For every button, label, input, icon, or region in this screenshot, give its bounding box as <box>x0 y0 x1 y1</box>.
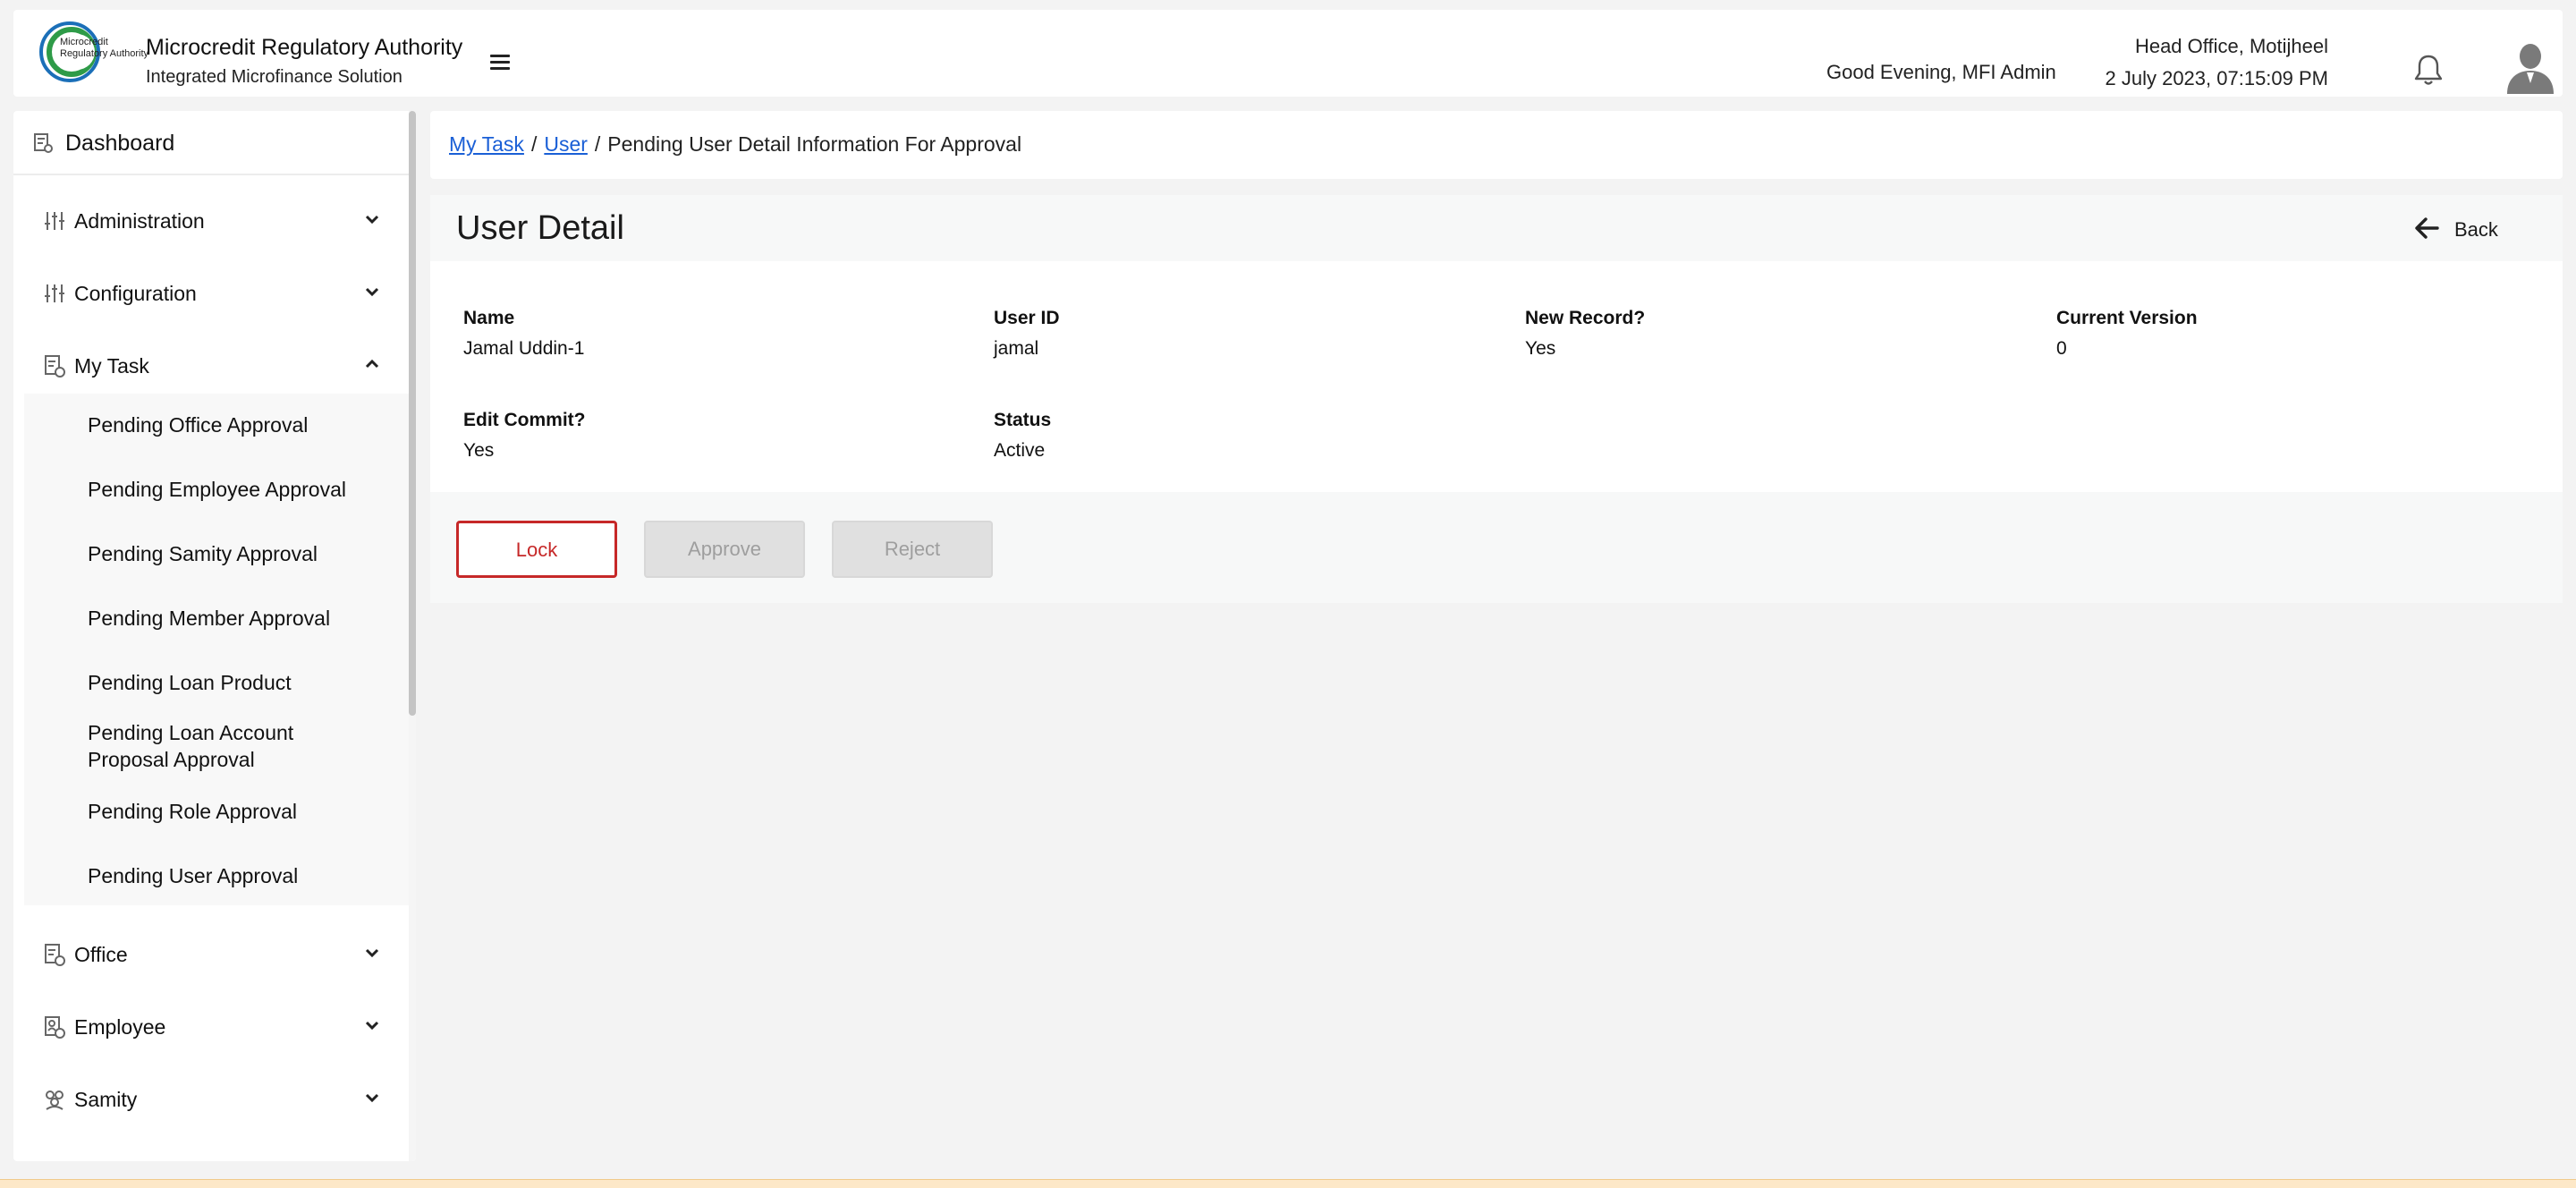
back-button[interactable]: Back <box>2414 215 2504 245</box>
field-value: 0 <box>2056 338 2067 359</box>
chevron-down-icon <box>365 215 379 225</box>
sidebar-item-label: Employee <box>74 1015 166 1039</box>
field-edit-commit: Edit Commit? Yes <box>463 410 911 462</box>
submenu-pending-member-approval[interactable]: Pending Member Approval <box>88 605 356 632</box>
sidebar-nav: Dashboard Administration Configuration M… <box>13 111 416 1161</box>
field-label: Name <box>463 308 515 328</box>
breadcrumb: My Task / User / Pending User Detail Informa… <box>430 111 2563 179</box>
group-icon <box>46 1090 64 1110</box>
sidebar-item-administration[interactable]: Administration <box>13 190 409 252</box>
field-label: Edit Commit? <box>463 410 586 430</box>
sidebar-item-employee[interactable]: Employee <box>13 996 409 1058</box>
field-value: Yes <box>1525 338 1556 359</box>
sliders-icon <box>45 284 64 302</box>
sidebar-item-office[interactable]: Office <box>13 923 409 986</box>
sidebar-item-my-task[interactable]: My Task <box>13 335 409 397</box>
sidebar-item-samity[interactable]: Samity <box>13 1068 409 1131</box>
sidebar-item-configuration[interactable]: Configuration <box>13 262 409 325</box>
submenu-pending-user-approval[interactable]: Pending User Approval <box>88 862 356 889</box>
sliders-icon <box>45 212 64 230</box>
lock-button[interactable]: Lock <box>456 521 617 578</box>
office-icon <box>45 944 65 966</box>
submenu-pending-loan-product[interactable]: Pending Loan Product <box>88 669 356 696</box>
chevron-up-icon <box>365 359 379 369</box>
field-label: Status <box>994 410 1052 430</box>
sidebar-item-label: Administration <box>74 209 205 233</box>
page-title: User Detail <box>456 209 624 247</box>
my-task-submenu <box>24 394 409 905</box>
sidebar-scrollbar-track[interactable] <box>409 111 416 1161</box>
top-header: Microcredit Regulatory Authority Microcr… <box>13 10 2563 97</box>
field-user-id: User ID jamal <box>994 308 1441 360</box>
field-label: User ID <box>994 308 1060 328</box>
office-name: Head Office, Motijheel <box>2134 35 2328 57</box>
field-name: Name Jamal Uddin-1 <box>463 308 911 360</box>
greeting-text: Good Evening, MFI Admin <box>1826 61 2056 83</box>
submenu-pending-employee-approval[interactable]: Pending Employee Approval <box>88 476 356 503</box>
org-subtitle: Integrated Microfinance Solution <box>146 67 402 87</box>
field-value: Yes <box>463 440 495 461</box>
field-value: Active <box>994 440 1046 461</box>
sidebar-item-label: Office <box>74 943 128 966</box>
breadcrumb-current: Pending User Detail Information For Appr… <box>607 132 1022 156</box>
breadcrumb-link-user[interactable]: User <box>544 132 588 156</box>
chevron-down-icon <box>365 1093 379 1103</box>
sidebar-item-dashboard[interactable]: Dashboard <box>13 111 409 175</box>
user-detail-panel: User Detail Back Name Jamal Uddin-1 User… <box>430 195 2563 603</box>
bottom-notification-strip <box>0 1179 2576 1188</box>
field-new-record: New Record? Yes <box>1525 308 1972 360</box>
sidebar-scrollbar-thumb[interactable] <box>409 111 416 716</box>
sidebar-item-label: Configuration <box>74 282 197 305</box>
back-label: Back <box>2454 218 2498 241</box>
approve-button[interactable]: Approve <box>644 521 805 578</box>
menu-toggle-icon[interactable] <box>490 55 510 70</box>
reject-button[interactable]: Reject <box>832 521 993 578</box>
submenu-pending-office-approval[interactable]: Pending Office Approval <box>88 412 356 438</box>
dashboard-icon <box>34 133 53 153</box>
panel-header: User Detail Back <box>430 195 2563 261</box>
field-value: Jamal Uddin-1 <box>463 338 585 359</box>
field-value: jamal <box>994 338 1039 359</box>
breadcrumb-link-my-task[interactable]: My Task <box>449 132 524 156</box>
sidebar-item-label: Samity <box>74 1088 138 1111</box>
submenu-pending-loan-account-proposal-approval[interactable]: Pending Loan Account Proposal Approval <box>88 719 356 773</box>
field-label: New Record? <box>1525 308 1646 328</box>
sidebar-item-label: My Task <box>74 354 149 378</box>
action-bar: Lock Approve Reject <box>430 492 2563 603</box>
chevron-down-icon <box>365 287 379 297</box>
chevron-down-icon <box>365 948 379 958</box>
field-label: Current Version <box>2056 308 2198 328</box>
submenu-pending-samity-approval[interactable]: Pending Samity Approval <box>88 540 356 567</box>
submenu-pending-role-approval[interactable]: Pending Role Approval <box>88 798 356 825</box>
notification-bell-icon[interactable] <box>2413 53 2444 87</box>
employee-icon <box>45 1016 65 1039</box>
sidebar-item-label: Dashboard <box>65 131 175 156</box>
arrow-left-icon <box>2415 217 2439 239</box>
field-current-version: Current Version 0 <box>2056 308 2504 360</box>
current-datetime: 2 July 2023, 07:15:09 PM <box>2105 67 2329 89</box>
org-name: Microcredit Regulatory Authority <box>146 35 463 60</box>
logo-text: Microcredit Regulatory Authority <box>60 37 149 59</box>
chevron-down-icon <box>365 1021 379 1031</box>
user-avatar-icon[interactable] <box>2505 40 2555 94</box>
field-status: Status Active <box>994 410 1441 462</box>
task-icon <box>45 355 65 378</box>
